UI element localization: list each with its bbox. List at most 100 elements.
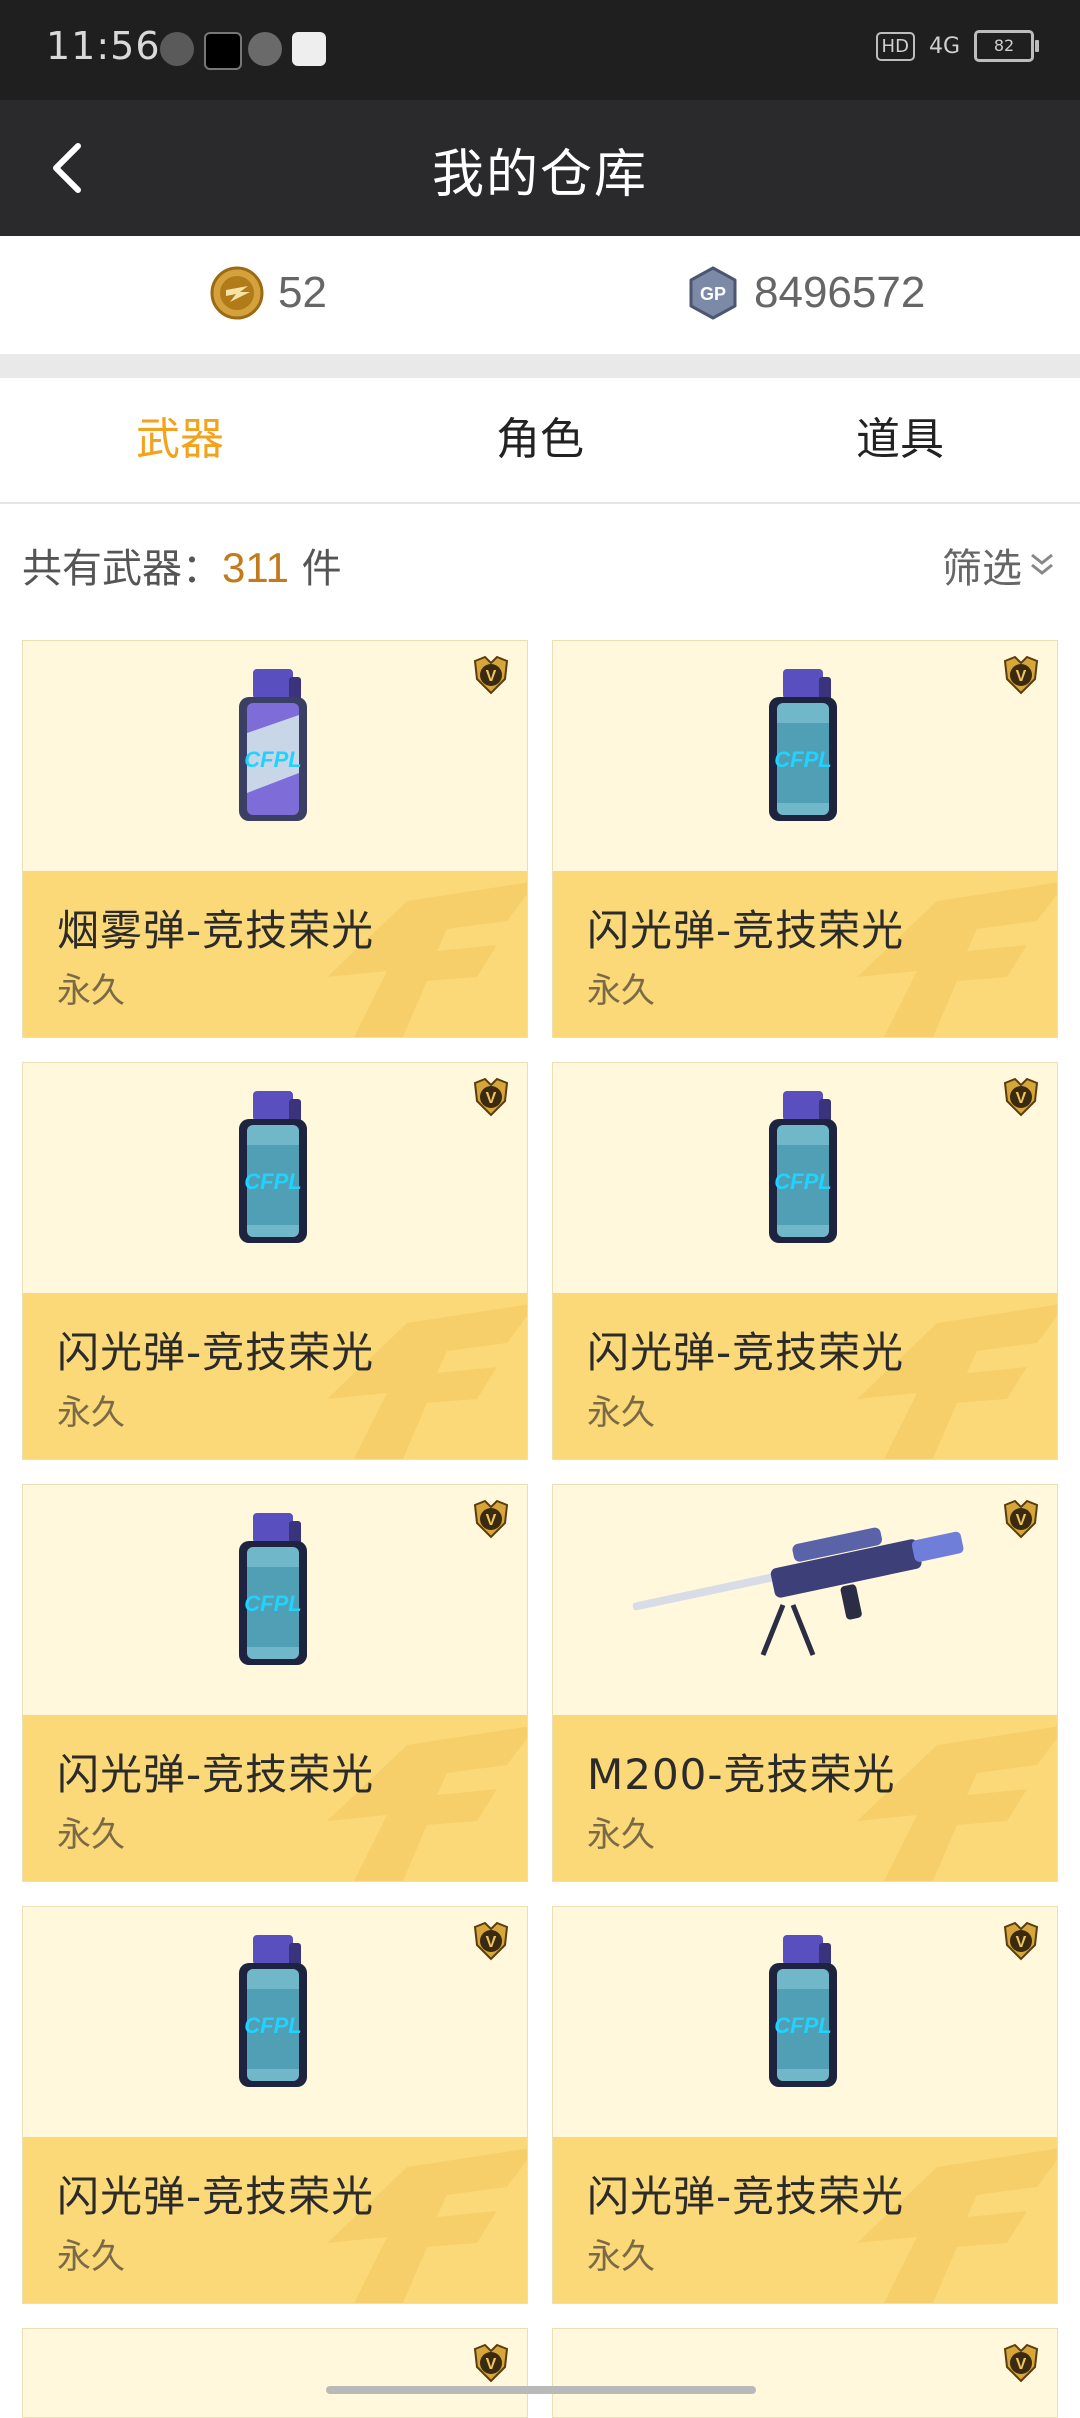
vip-badge-icon: V [473,1077,509,1117]
item-info-band: 闪光弹-竞技荣光永久 [23,2137,527,2303]
vip-badge-icon: V [473,1921,509,1961]
page-title: 我的仓库 [431,145,648,205]
svg-text:V: V [1016,2356,1027,2373]
item-card[interactable]: CFPL V 闪光弹-竞技荣光永久 [552,1062,1058,1460]
item-card[interactable]: CFPL V 闪光弹-竞技荣光 永久 [22,1484,528,1882]
svg-text:V: V [486,668,497,685]
flash-grenade-image: CFPL [753,1929,853,2103]
svg-text:CFPL: CFPL [244,1169,301,1194]
cf-points: 52 [210,266,327,320]
double-chevron-down-icon [1031,553,1053,575]
item-info-band: 烟雾弹-竞技荣光永久 [23,871,527,1037]
hd-icon: HD [875,31,915,61]
gp-points: GP 8496572 [686,266,925,320]
svg-text:CFPL: CFPL [774,1169,831,1194]
item-name: 闪光弹-竞技荣光 [57,1328,375,1377]
item-image-area: CFPL V [553,1907,1057,2137]
count-number: 311 [222,544,289,591]
svg-text:CFPL: CFPL [244,747,301,772]
svg-text:V: V [1016,1090,1027,1107]
item-duration: 永久 [587,971,655,1011]
item-name: M200-竞技荣光 [587,1750,896,1799]
svg-text:CFPL: CFPL [774,2013,831,2038]
item-image-area: CFPL V [23,641,527,871]
tiktok-icon [204,32,242,70]
vip-badge-icon: V [1003,2343,1039,2383]
count-suffix: 件 [288,546,342,592]
vip-badge-icon: V [473,1499,509,1539]
item-duration: 永久 [57,971,125,1011]
item-name: 闪光弹-竞技荣光 [57,2172,375,2221]
svg-text:V: V [486,1090,497,1107]
item-name: 闪光弹-竞技荣光 [587,906,905,955]
tab-weapons[interactable]: 武器 [0,378,360,502]
item-card[interactable]: CFPL V 闪光弹-竞技荣光 永久 [552,1906,1058,2304]
item-info-band: 闪光弹-竞技荣光 永久 [553,2137,1057,2303]
item-duration: 永久 [587,1815,655,1855]
svg-text:CFPL: CFPL [774,747,831,772]
flash-grenade-image: CFPL [223,1085,323,1259]
nav-bar: 我的仓库 [0,100,1080,236]
svg-text:GP: GP [700,284,726,304]
status-right: HD 4G 82 [875,30,1039,62]
vip-badge-icon: V [473,2343,509,2383]
vip-badge-icon: V [1003,1921,1039,1961]
tab-items[interactable]: 道具 [720,378,1080,502]
item-card-partial[interactable]: V [552,2328,1058,2418]
currency-row: 52 GP 8496572 [0,236,1080,354]
svg-text:V: V [486,1512,497,1529]
item-card[interactable]: CFPL V 闪光弹-竞技荣光永久 [22,1062,528,1460]
svg-text:CFPL: CFPL [244,1591,301,1616]
svg-text:V: V [1016,668,1027,685]
filter-button[interactable]: 筛选 [942,536,1056,594]
app-notification-icon [160,32,194,66]
item-card[interactable]: CFPL V 烟雾弹-竞技荣光永久 [22,640,528,1038]
smoke-grenade-image: CFPL [223,663,323,837]
item-duration: 永久 [587,1393,655,1433]
item-image-area: CFPL V [23,1063,527,1293]
message-icon [248,32,282,66]
item-info-band: 闪光弹-竞技荣光永久 [23,1293,527,1459]
item-image-area: V [553,1485,1057,1715]
gp-value: 8496572 [754,268,926,317]
filter-label: 筛选 [942,546,1022,592]
item-image-area: CFPL V [553,1063,1057,1293]
vip-badge-icon: V [1003,1077,1039,1117]
item-info-band: 闪光弹-竞技荣光永久 [553,1293,1057,1459]
item-image-area: CFPL V [553,641,1057,871]
game-app-icon [292,32,326,66]
cf-points-value: 52 [278,268,327,317]
item-card-partial[interactable]: V [22,2328,528,2418]
section-divider [0,354,1080,378]
vip-badge-icon: V [1003,1499,1039,1539]
item-name: 闪光弹-竞技荣光 [587,1328,905,1377]
item-duration: 永久 [57,1815,125,1855]
item-image-area: CFPL V [23,1485,527,1715]
flash-grenade-image: CFPL [223,1929,323,2103]
vip-badge-icon: V [473,655,509,695]
item-duration: 永久 [57,2237,125,2277]
item-duration: 永久 [57,1393,125,1433]
battery-icon: 82 [974,30,1039,62]
item-name: 烟雾弹-竞技荣光 [57,906,375,955]
sniper-rifle-image [623,1525,983,1679]
status-bar: 11:56 HD 4G 82 [0,0,1080,100]
svg-text:V: V [486,1934,497,1951]
vip-badge-icon: V [1003,655,1039,695]
tab-characters[interactable]: 角色 [360,378,720,502]
status-time: 11:56 [46,24,161,68]
svg-text:V: V [1016,1934,1027,1951]
item-card[interactable]: CFPL V 闪光弹-竞技荣光永久 [552,640,1058,1038]
count-prefix: 共有武器： [22,546,222,592]
signal-icon: 4G [928,33,960,59]
home-indicator[interactable] [326,2386,756,2394]
flash-grenade-image: CFPL [753,663,853,837]
cf-coin-icon [210,266,264,320]
weapon-count: 共有武器：311 件 [22,536,342,594]
count-row: 共有武器：311 件 筛选 [0,502,1080,622]
gp-coin-icon: GP [689,266,737,320]
item-info-band: 闪光弹-竞技荣光永久 [553,871,1057,1037]
category-tabs: 武器 角色 道具 [0,378,1080,504]
item-card[interactable]: V M200-竞技荣光永久 [552,1484,1058,1882]
item-card[interactable]: CFPL V 闪光弹-竞技荣光永久 [22,1906,528,2304]
